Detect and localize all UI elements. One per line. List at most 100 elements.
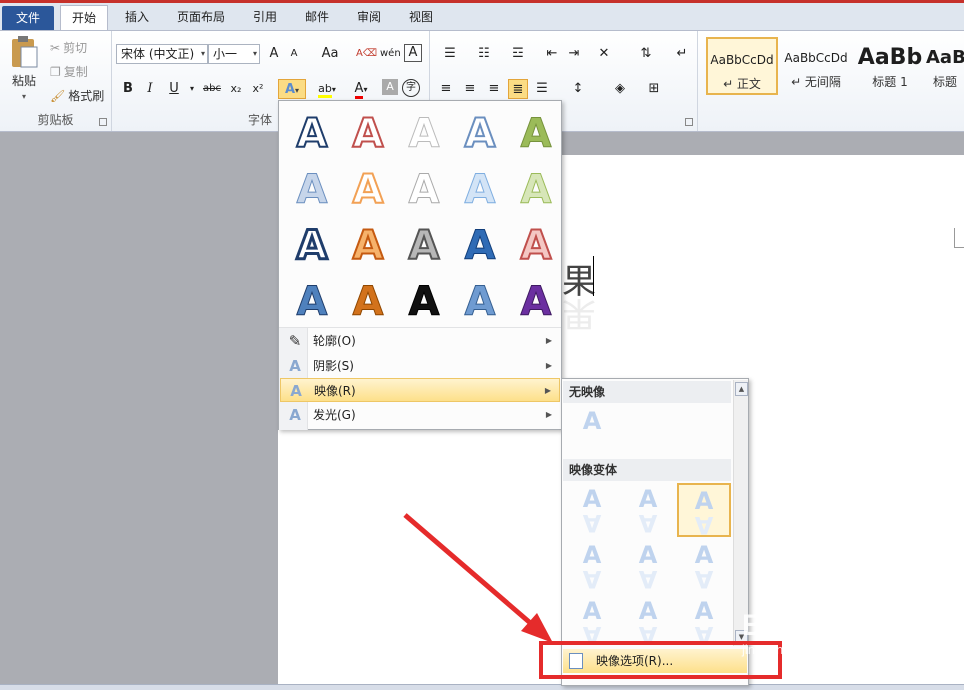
style-name: ↵ 正文 — [723, 77, 761, 91]
text-effect-style-3[interactable]: A — [399, 109, 449, 159]
tab-home[interactable]: 开始 — [60, 5, 108, 33]
distribute-button[interactable]: ☰ — [532, 79, 552, 99]
justify-button[interactable]: ≣ — [508, 79, 528, 99]
enclose-char-button[interactable]: 字 — [402, 79, 420, 97]
text-effect-style-17[interactable]: A — [343, 277, 393, 327]
scroll-up-icon[interactable]: ▲ — [735, 382, 748, 396]
paste-dropdown-icon[interactable]: ▾ — [22, 92, 26, 101]
font-name-combo[interactable]: 宋体 (中文正) ▾ — [116, 44, 208, 64]
text-effect-style-5[interactable]: A — [511, 109, 561, 159]
strikethrough-button[interactable]: abc — [200, 79, 224, 99]
sort-button[interactable]: ⇅ — [636, 44, 656, 64]
font-size-combo[interactable]: 小一 ▾ — [208, 44, 260, 64]
menu-item-glow[interactable]: A 发光(G) ▶ — [280, 403, 560, 427]
tab-view[interactable]: 视图 — [400, 5, 442, 31]
text-effect-style-13[interactable]: A — [399, 221, 449, 271]
menu-item-label: 映像(R) — [314, 384, 356, 398]
text-effects-gallery: AAAAAAAAAAAAAAAAAAAA — [283, 105, 559, 327]
format-painter-button[interactable]: 🖌 格式刷 — [50, 87, 104, 104]
borders-button[interactable]: ⊞ — [640, 79, 668, 99]
subscript-button[interactable]: x₂ — [226, 79, 246, 99]
text-effect-style-8[interactable]: A — [399, 165, 449, 215]
change-case-button[interactable]: Aa — [316, 44, 344, 64]
style-no-spacing[interactable]: AaBbCcDd ↵ 无间隔 — [780, 37, 852, 95]
text-effect-style-20[interactable]: A — [511, 277, 561, 327]
paragraph-launcher-icon[interactable] — [685, 118, 693, 126]
text-effect-style-16[interactable]: A — [287, 277, 337, 327]
phonetic-guide-button[interactable]: wén — [380, 44, 401, 64]
tab-references[interactable]: 引用 — [244, 5, 286, 31]
grow-font-button[interactable]: A — [264, 44, 284, 64]
text-effect-style-6[interactable]: A — [287, 165, 337, 215]
reflection-variant-6[interactable]: AA — [677, 539, 731, 593]
text-effect-style-11[interactable]: A — [287, 221, 337, 271]
show-marks-button[interactable]: ↵ — [672, 44, 692, 64]
text-effect-style-14[interactable]: A — [455, 221, 505, 271]
style-normal[interactable]: AaBbCcDd ↵ 正文 — [706, 37, 778, 95]
highlight-button[interactable]: ab▾ — [312, 79, 342, 99]
text-effect-style-4[interactable]: A — [455, 109, 505, 159]
text-effect-style-12[interactable]: A — [343, 221, 393, 271]
no-reflection-option[interactable]: A — [565, 405, 619, 459]
font-color-button[interactable]: A▾ — [346, 79, 376, 99]
shrink-font-button[interactable]: A — [284, 44, 304, 64]
line-spacing-button[interactable]: ↕ — [564, 79, 592, 99]
align-left-button[interactable]: ≡ — [436, 79, 456, 99]
text-effect-style-9[interactable]: A — [455, 165, 505, 215]
text-effect-style-15[interactable]: A — [511, 221, 561, 271]
text-effect-style-1[interactable]: A — [287, 109, 337, 159]
reflection-variant-1[interactable]: AA — [565, 483, 619, 537]
style-title[interactable]: AaB 标题 — [926, 37, 964, 95]
clear-format-icon: A⌫ — [356, 48, 377, 59]
reflection-letter: A — [638, 485, 658, 513]
text-effect-style-7[interactable]: A — [343, 165, 393, 215]
bullets-button[interactable]: ☰ — [436, 44, 464, 64]
tab-mailings[interactable]: 邮件 — [296, 5, 338, 31]
text-effects-button[interactable]: A▾ — [278, 79, 306, 99]
char-shading-button[interactable]: A — [382, 79, 398, 95]
reflection-variant-5[interactable]: AA — [621, 539, 675, 593]
cut-button[interactable]: ✂ 剪切 — [50, 39, 87, 56]
text-effect-style-19[interactable]: A — [455, 277, 505, 327]
shrink-font-icon: A — [290, 48, 298, 59]
clear-format-button[interactable]: A⌫ — [356, 44, 377, 64]
reflection-variant-3[interactable]: AA — [677, 483, 731, 539]
reflection-variant-2[interactable]: AA — [621, 483, 675, 537]
shading-button[interactable]: ◈ — [606, 79, 634, 99]
reflection-variant-4[interactable]: AA — [565, 539, 619, 593]
copy-button[interactable]: ❐ 复制 — [50, 63, 88, 80]
numbering-button[interactable]: ☷ — [470, 44, 498, 64]
bold-button[interactable]: B — [118, 79, 138, 99]
tab-review[interactable]: 审阅 — [348, 5, 390, 31]
menu-item-reflection[interactable]: A 映像(R) ▶ — [280, 378, 560, 402]
increase-indent-button[interactable]: ⇥ — [564, 44, 584, 64]
chinese-layout-button[interactable]: ✕ — [590, 44, 618, 64]
tab-insert[interactable]: 插入 — [116, 5, 158, 31]
italic-button[interactable]: I — [140, 79, 160, 99]
decrease-indent-button[interactable]: ⇤ — [542, 44, 562, 64]
subscript-icon: x₂ — [230, 82, 242, 95]
menu-item-outline[interactable]: ✎ 轮廓(O) ▶ — [280, 329, 560, 353]
align-right-button[interactable]: ≡ — [484, 79, 504, 99]
line-spacing-icon: ↕ — [572, 81, 584, 96]
menu-item-shadow[interactable]: A 阴影(S) ▶ — [280, 354, 560, 378]
style-name: 标题 1 — [872, 75, 908, 89]
tab-page-layout[interactable]: 页面布局 — [168, 5, 234, 31]
multilevel-list-button[interactable]: ☲ — [504, 44, 532, 64]
underline-dropdown[interactable]: ▾ — [182, 79, 202, 99]
tab-file[interactable]: 文件 — [2, 6, 54, 31]
paste-button[interactable]: 粘贴 ▾ — [6, 35, 42, 101]
increase-indent-icon: ⇥ — [568, 46, 580, 61]
superscript-button[interactable]: x² — [248, 79, 268, 99]
text-effect-style-2[interactable]: A — [343, 109, 393, 159]
char-border-button[interactable]: A — [404, 44, 422, 62]
text-effect-style-10[interactable]: A — [511, 165, 561, 215]
style-heading-1[interactable]: AaBb 标题 1 — [854, 37, 926, 95]
sort-icon: ⇅ — [640, 46, 652, 61]
clipboard-launcher-icon[interactable] — [99, 118, 107, 126]
align-center-button[interactable]: ≡ — [460, 79, 480, 99]
style-name: ↵ 无间隔 — [791, 75, 841, 89]
text-effect-style-18[interactable]: A — [399, 277, 449, 327]
align-left-icon: ≡ — [440, 81, 452, 96]
underline-button[interactable]: U — [164, 79, 184, 99]
